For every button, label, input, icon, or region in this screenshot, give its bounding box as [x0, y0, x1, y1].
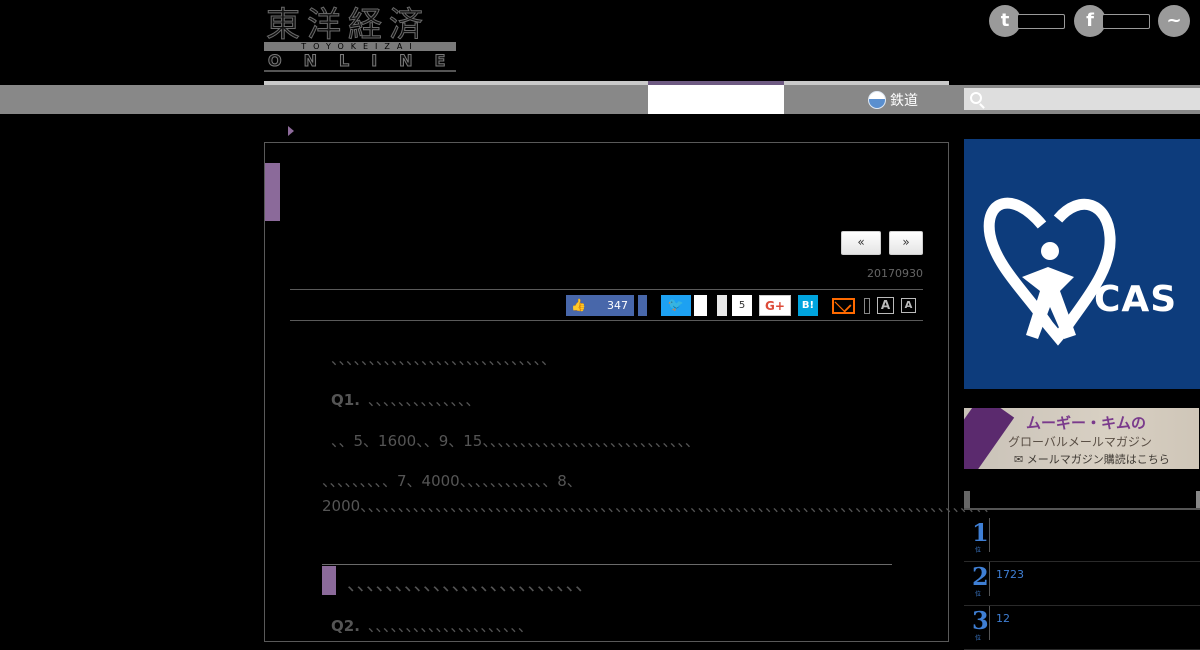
question-text: 、、、、、、、、、、、、、、 [367, 391, 481, 409]
ranking-header-rule [964, 508, 1200, 510]
banner-cta: ✉ メールマガジン購読はこちら [1014, 453, 1170, 466]
ranking-suffix: 位 [975, 591, 982, 598]
search-icon[interactable] [970, 92, 982, 104]
share-top-rule [290, 289, 923, 290]
ranking-title[interactable]: 1723 [996, 568, 1024, 581]
ranking-number: 1 [972, 518, 989, 547]
ad-brand-text: CAS [1094, 279, 1178, 320]
ranking-item[interactable]: 1 位 [964, 518, 1200, 562]
ranking-suffix: 位 [975, 635, 982, 642]
question-label: Q2. [331, 617, 360, 635]
ranking-number: 3 [972, 606, 989, 635]
breadcrumb-arrow-icon [288, 126, 294, 136]
google-plus-button[interactable]: G+ [759, 295, 791, 316]
nav-top-line [264, 81, 949, 85]
sidebar-ad-large[interactable]: CAS [964, 139, 1200, 389]
article-paragraph: 、、5、1600、、9、15、、、、、、、、、、、、、、、、、、、、、、、、、、… [331, 432, 700, 450]
ranking-divider [989, 606, 990, 640]
banner-title: ムーギー・キムの [1026, 414, 1147, 432]
logo-kanji: 東洋経済 [266, 5, 430, 45]
nav-item-rail-label: 鉄道 [890, 92, 918, 109]
nav-item-rail[interactable]: 鉄道 [868, 85, 918, 114]
twitter-count-box [1017, 14, 1065, 29]
messenger-icon: ~ [1158, 5, 1190, 37]
ad-heart-logo-icon [983, 197, 1116, 346]
twitter-count-bubble [694, 295, 707, 316]
question-1: Q1. 、、、、、、、、、、、、、、 [331, 388, 901, 413]
next-page-button[interactable]: » [889, 231, 923, 255]
title-accent-bar [265, 163, 280, 221]
font-size-small-button[interactable]: A [901, 298, 916, 313]
ranking-item[interactable]: 3 位 12 [964, 606, 1200, 650]
article-date: 20170930 [867, 267, 923, 280]
mail-icon[interactable] [832, 298, 855, 314]
article-container: « » 20170930 👍 347 🐦 5 G+ B! A A 、、、、、、、… [264, 142, 998, 642]
section-heading: 、、、、、、、、、、、、、、、、、、、、、、、、、 [347, 573, 595, 595]
facebook-share-button[interactable] [638, 295, 647, 316]
ranking-title[interactable]: 12 [996, 612, 1010, 625]
question-label: Q1. [331, 391, 360, 409]
hatena-bookmark-button[interactable]: B! [798, 295, 818, 316]
thumbs-up-icon: 👍 [571, 298, 586, 312]
twitter-share-button[interactable]: 🐦 [661, 295, 691, 316]
share-placeholder-button[interactable] [717, 295, 727, 316]
ranking-header-tab[interactable] [1196, 491, 1200, 508]
article-paragraph: 、、、、、、、、、、、、、、、、、、、、、、、、、、、、、 [331, 350, 557, 368]
facebook-like-count: 347 [607, 299, 628, 312]
font-size-large-button[interactable]: A [877, 297, 894, 314]
ranking-suffix: 位 [975, 547, 982, 554]
banner-stripe [964, 408, 1015, 469]
print-button[interactable] [864, 298, 870, 314]
twitter-bird-icon: 🐦 [667, 298, 685, 313]
ranking-divider [989, 518, 990, 552]
section-heading-rule [322, 564, 892, 565]
train-icon [868, 90, 886, 109]
logo-underline [264, 70, 456, 72]
share-bottom-rule [290, 320, 923, 321]
search-input[interactable] [964, 88, 1200, 110]
question-2: Q2. 、、、、、、、、、、、、、、、、、、、、、 [331, 614, 901, 639]
banner-subtitle: グローバルメールマガジン [1008, 435, 1152, 449]
ranking-header-tab[interactable] [964, 491, 970, 508]
share-count-bubble: 5 [732, 295, 752, 316]
nav-active-tab[interactable] [648, 85, 784, 114]
logo-online: ONLINE [267, 51, 468, 71]
facebook-count-box [1102, 14, 1150, 29]
prev-page-button[interactable]: « [841, 231, 881, 255]
section-heading-accent [322, 566, 336, 595]
ranking-item[interactable]: 2 位 1723 [964, 562, 1200, 606]
question-text: 、、、、、、、、、、、、、、、、、、、、、 [367, 617, 533, 635]
ranking-divider [989, 562, 990, 596]
site-logo[interactable]: 東洋経済 TOYOKEIZAI ONLINE [264, 6, 458, 72]
article-paragraph: 、、、、、、、、、7、4000、、、、、、、、、、、、8、2000、、、、、、、… [322, 472, 998, 515]
facebook-like-button[interactable]: 👍 347 [566, 295, 634, 316]
ranking-number: 2 [972, 562, 989, 591]
newsletter-banner[interactable]: ムーギー・キムの グローバルメールマガジン ✉ メールマガジン購読はこちら [964, 408, 1199, 469]
